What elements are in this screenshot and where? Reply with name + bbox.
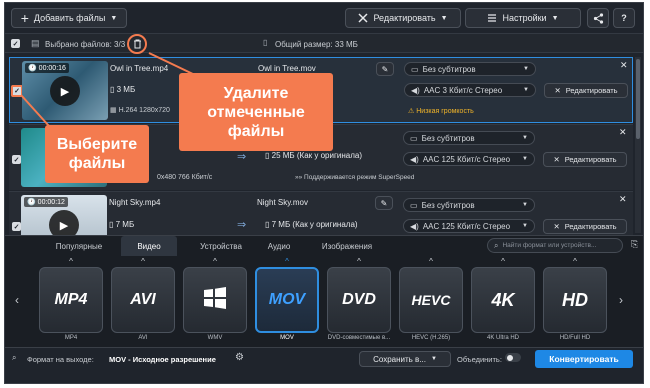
callout-pointers xyxy=(20,52,196,127)
app-window: + Добавить файлы ▼ Редактировать ▼ Настр… xyxy=(4,2,644,384)
select-files-callout: Выберите файлы xyxy=(45,125,149,183)
